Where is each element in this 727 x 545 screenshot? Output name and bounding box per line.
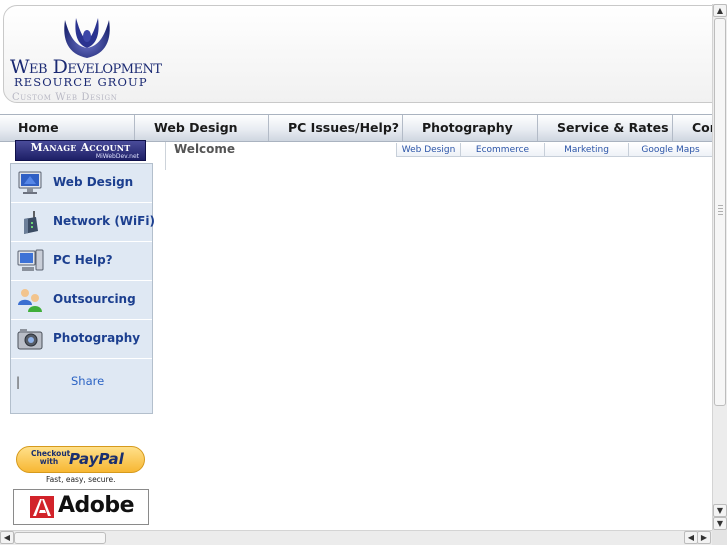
sidebar-item-label: Outsourcing <box>53 292 136 306</box>
sidebar-item-label: PC Help? <box>53 253 113 267</box>
sidebar-item-label: Photography <box>53 331 141 345</box>
nav-item-photography[interactable]: Photography <box>403 115 538 141</box>
scrollbar-corner <box>712 530 727 545</box>
scroll-right-icon[interactable]: ▶ <box>697 531 711 544</box>
sidebar-item-pc-help[interactable]: PC Help? <box>11 242 152 281</box>
logo-subtitle: RESOURCE GROUP <box>14 75 148 89</box>
scroll-down-icon[interactable]: ▼ <box>713 504 727 517</box>
share-separator: | <box>16 375 21 389</box>
subtab-ecommerce[interactable]: Ecommerce <box>460 143 544 157</box>
scroll-up-icon[interactable]: ▲ <box>713 4 727 17</box>
computer-icon <box>17 249 44 271</box>
vertical-scrollbar[interactable]: ▲ ▼ ▼ <box>712 4 727 530</box>
horizontal-scrollbar[interactable]: ◀ ◀ ▶ <box>0 530 712 545</box>
adobe-wordmark: Adobe <box>58 493 135 518</box>
scroll-left-icon[interactable]: ◀ <box>0 531 14 544</box>
horizontal-scroll-thumb[interactable] <box>14 532 106 544</box>
sidebar-item-network[interactable]: Network (WiFi) <box>11 203 155 242</box>
manage-account-sublabel: MiWebDev.net <box>95 153 139 160</box>
nav-item-contact[interactable]: Cor <box>673 115 712 141</box>
sidebar-item-label: Network (WiFi) <box>53 214 155 228</box>
adobe-logo-icon <box>30 496 54 518</box>
share-link[interactable]: Share <box>71 374 104 388</box>
nav-item-service-rates[interactable]: Service & Rates <box>538 115 673 141</box>
main-nav: Home Web Design PC Issues/Help? Photogra… <box>0 114 712 142</box>
site-header: Web Development RESOURCE GROUP Custom We… <box>3 5 723 103</box>
monitor-icon <box>18 171 42 194</box>
wifi-router-icon <box>24 211 38 234</box>
vertical-scroll-thumb[interactable] <box>714 18 726 406</box>
paypal-tagline: Fast, easy, secure. <box>46 475 116 484</box>
sidebar-item-label: Web Design <box>53 175 134 189</box>
welcome-heading: Welcome <box>174 142 236 156</box>
scroll-down-icon-2[interactable]: ▼ <box>713 517 727 530</box>
content-divider <box>165 142 166 170</box>
sidebar: Web Design Network (WiFi) PC Help? Outso… <box>10 163 155 414</box>
logo-tagline: Custom Web Design <box>12 92 118 103</box>
sidebar-item-web-design[interactable]: Web Design <box>11 164 152 203</box>
nav-item-home[interactable]: Home <box>0 115 135 141</box>
sidebar-item-outsourcing[interactable]: Outsourcing <box>11 281 152 320</box>
subtab-web-design[interactable]: Web Design <box>396 143 460 157</box>
subtab-marketing[interactable]: Marketing <box>544 143 628 157</box>
sidebar-item-photography[interactable]: Photography <box>11 320 152 359</box>
nav-item-pc-issues[interactable]: PC Issues/Help? <box>269 115 403 141</box>
paypal-checkout-text: Checkout with <box>31 449 71 466</box>
adobe-badge[interactable]: Adobe <box>13 489 149 525</box>
camera-icon <box>17 329 43 350</box>
users-icon <box>18 289 42 312</box>
swirl-logo-icon <box>64 18 110 58</box>
nav-item-web-design[interactable]: Web Design <box>135 115 269 141</box>
paypal-button: Checkout with PayPal <box>16 446 145 473</box>
manage-account-button[interactable]: Manage Account MiWebDev.net <box>15 140 146 161</box>
paypal-checkout-badge[interactable]: Checkout with PayPal Fast, easy, secure. <box>16 446 146 486</box>
scroll-left-icon-2[interactable]: ◀ <box>684 531 698 544</box>
paypal-logo-text: PayPal <box>69 450 124 468</box>
subtab-google-maps[interactable]: Google Maps <box>628 143 712 157</box>
